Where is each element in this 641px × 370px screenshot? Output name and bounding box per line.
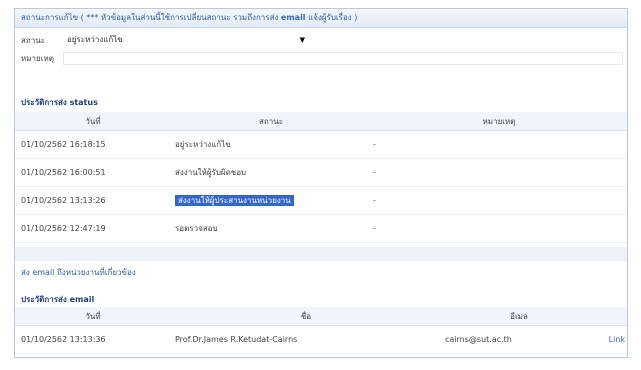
row-date: 01/10/2562 12:47:19 bbox=[15, 214, 171, 243]
column-header-date: วันที่ bbox=[15, 112, 171, 131]
table-row: 01/10/2562 16:18:15 อยู่ระหว่างแก้ไข - bbox=[15, 130, 627, 159]
status-history-title-row: ประวัติการส่ง status bbox=[21, 95, 98, 111]
dropdown-caret-icon: ▼ bbox=[299, 36, 305, 44]
row-date: 01/10/2562 16:18:15 bbox=[15, 130, 171, 159]
status-history-header: วันที่ สถานะ หมายเหตุ bbox=[15, 112, 627, 131]
row-date: 01/10/2562 16:00:51 bbox=[15, 158, 171, 187]
table-row: 01/10/2562 12:47:19 รอตรวจสอบ - bbox=[15, 214, 627, 243]
row-date: 01/10/2562 13:13:36 bbox=[15, 325, 171, 354]
email-history-title: ประวัติการส่ง email bbox=[21, 295, 95, 304]
status-label: สถานะ bbox=[21, 36, 45, 45]
column-header-note: หมายเหตุ bbox=[371, 112, 627, 131]
row-status: ส่งงานให้ผู้รับผิดชอบ bbox=[171, 158, 371, 187]
table-row: 01/10/2562 16:00:51 ส่งงานให้ผู้รับผิดชอ… bbox=[15, 158, 627, 187]
row-status-selected[interactable]: ส่งงานให้ผู้ประสานงานหน่วยงาน bbox=[175, 195, 294, 206]
email-heading: ส่ง email ถึงหน่วยงานที่เกี่ยวข้อง bbox=[21, 268, 136, 277]
status-select[interactable]: อยู่ระหว่างแก้ไข ▼ bbox=[63, 33, 309, 47]
status-history-table: วันที่ สถานะ หมายเหตุ 01/10/2562 16:18:1… bbox=[15, 112, 627, 243]
status-panel: สถานะการแก้ไข ( *** หัวข้อมูลในส่วนนี้ใช… bbox=[14, 8, 628, 358]
email-history-title-row: ประวัติการส่ง email bbox=[21, 292, 94, 308]
row-email: cairns@sut.ac.th bbox=[441, 325, 597, 354]
row-name: Prof.Dr.James R.Ketudat-Cairns bbox=[171, 325, 441, 354]
column-header-date: วันที่ bbox=[15, 307, 171, 326]
status-row: สถานะ อยู่ระหว่างแก้ไข ▼ bbox=[21, 33, 621, 49]
row-status: รอตรวจสอบ bbox=[171, 214, 371, 243]
table-row: 01/10/2562 13:13:26 ส่งงานให้ผู้ประสานงา… bbox=[15, 186, 627, 215]
panel-title-highlight: email bbox=[280, 13, 306, 22]
row-status-cell: ส่งงานให้ผู้ประสานงานหน่วยงาน bbox=[171, 186, 371, 215]
row-date: 01/10/2562 13:13:26 bbox=[15, 186, 171, 215]
status-select-value: อยู่ระหว่างแก้ไข bbox=[67, 35, 123, 44]
panel-header: สถานะการแก้ไข ( *** หัวข้อมูลในส่วนนี้ใช… bbox=[15, 9, 627, 28]
email-history-table: วันที่ ชื่อ อีเมล 01/10/2562 13:13:36 Pr… bbox=[15, 307, 627, 354]
section-separator bbox=[15, 247, 627, 261]
status-history-title: ประวัติการส่ง status bbox=[21, 98, 98, 107]
column-header-action bbox=[597, 307, 627, 326]
row-note: - bbox=[371, 214, 627, 243]
row-note: - bbox=[371, 158, 627, 187]
row-action-link[interactable]: Link bbox=[609, 335, 625, 344]
email-heading-row: ส่ง email ถึงหน่วยงานที่เกี่ยวข้อง bbox=[21, 265, 136, 281]
column-header-email: อีเมล bbox=[441, 307, 597, 326]
row-status: อยู่ระหว่างแก้ไข bbox=[171, 130, 371, 159]
panel-title: สถานะการแก้ไข ( *** หัวข้อมูลในส่วนนี้ใช… bbox=[21, 13, 358, 22]
table-row: 01/10/2562 13:13:36 Prof.Dr.James R.Ketu… bbox=[15, 325, 627, 354]
email-history-header: วันที่ ชื่อ อีเมล bbox=[15, 307, 627, 326]
column-header-status: สถานะ bbox=[171, 112, 371, 131]
row-note: - bbox=[371, 130, 627, 159]
note-row: หมายเหตุ bbox=[21, 51, 623, 67]
row-note: - bbox=[371, 186, 627, 215]
column-header-name: ชื่อ bbox=[171, 307, 441, 326]
note-label: หมายเหตุ bbox=[21, 54, 54, 63]
note-input[interactable] bbox=[63, 52, 623, 65]
